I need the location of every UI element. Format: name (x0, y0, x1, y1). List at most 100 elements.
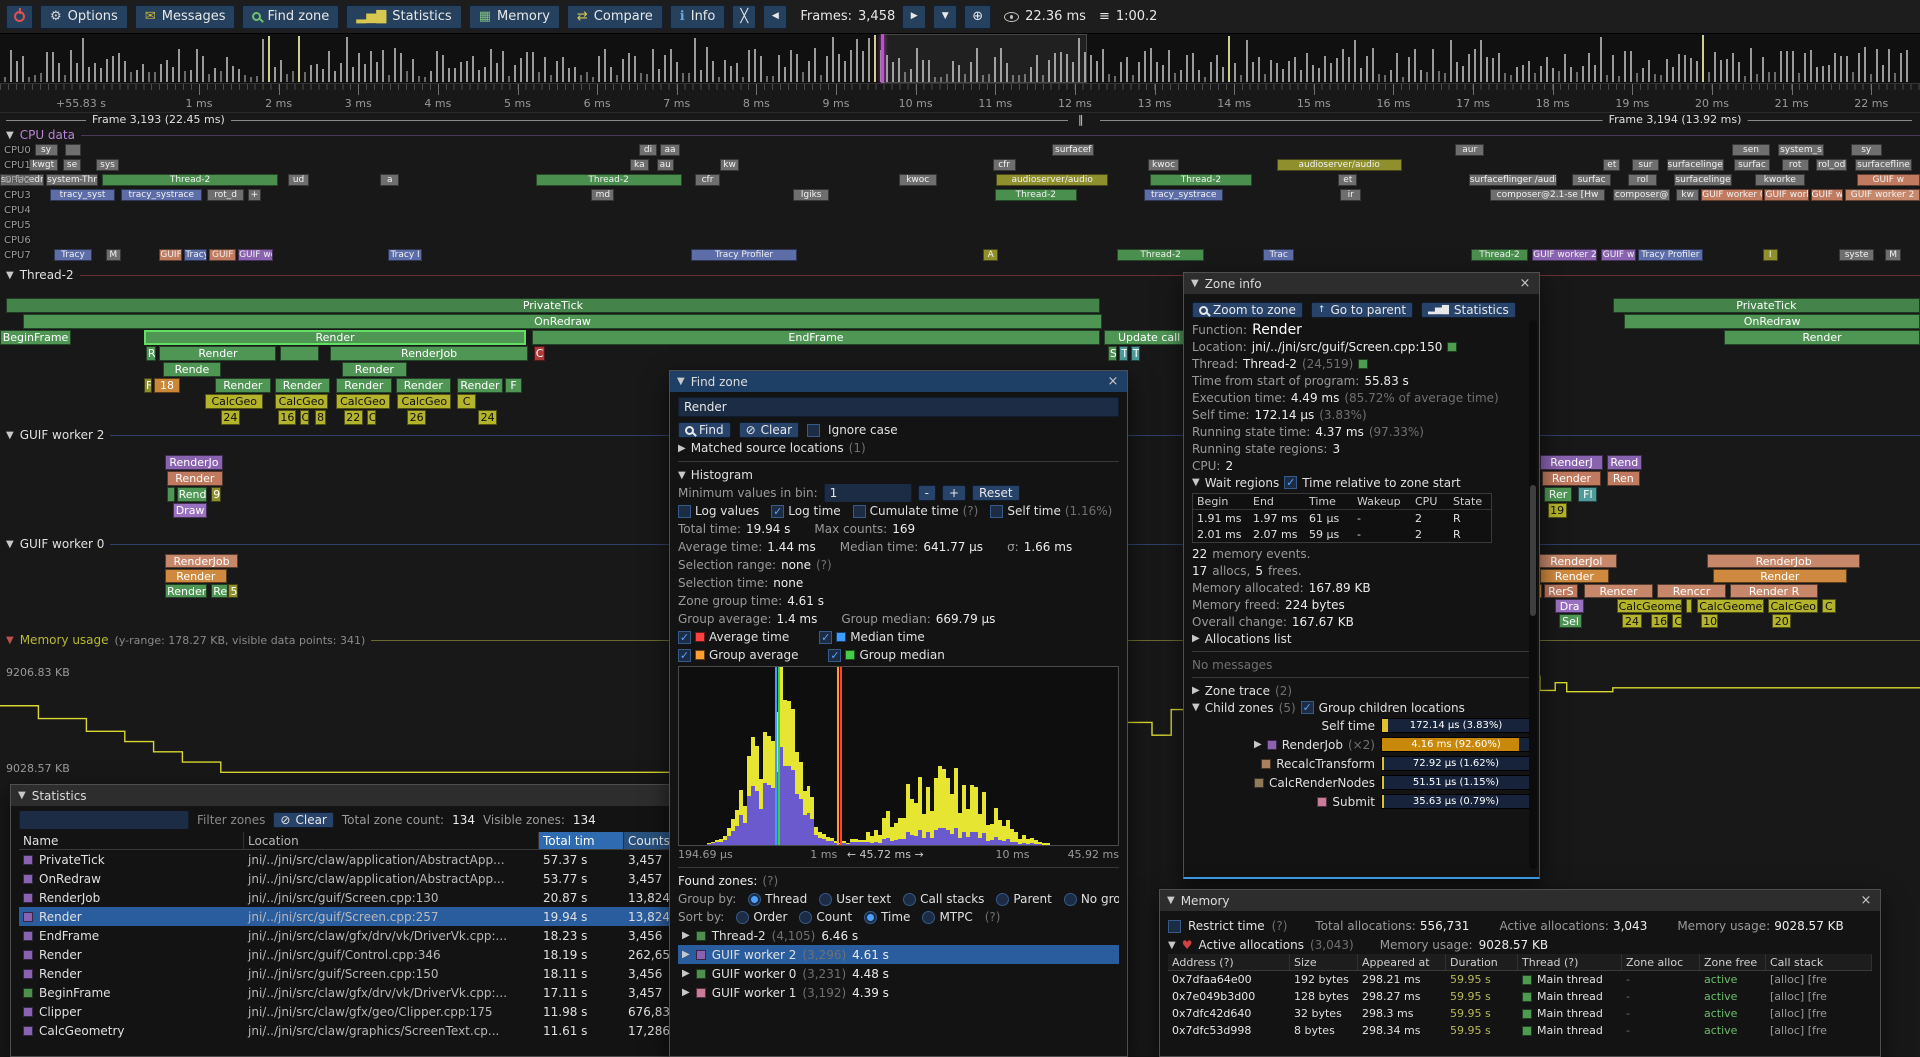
find-zone-search-input[interactable] (678, 397, 1119, 417)
cpu-zone[interactable]: cfr (993, 159, 1016, 171)
radio[interactable] (748, 893, 761, 906)
thread-header-thread2[interactable]: ▼Thread-2 (0, 267, 1920, 283)
zone-5[interactable]: 5 (228, 584, 238, 598)
zone-render[interactable]: Render (275, 378, 331, 393)
cpu-zone[interactable]: composer@ (1613, 189, 1671, 201)
found-zone-group-guif-worker-2[interactable]: ▶GUIF worker 2(3,296)4.61 s (678, 945, 1119, 964)
cpu-zone[interactable]: GUIF w (1811, 189, 1844, 201)
memory-col-zone-free[interactable]: Zone free (1700, 954, 1766, 970)
cpu-zone[interactable]: GUIF worker 0 (1701, 189, 1762, 201)
allocation-row[interactable]: 0x7e049b3d00128 bytes298.27 ms59.95 sMai… (1168, 988, 1872, 1005)
memory-col-zone-alloc[interactable]: Zone alloc (1622, 954, 1700, 970)
zone-rencer[interactable]: Rencer (1584, 584, 1653, 598)
zone-render[interactable]: Render (215, 378, 271, 393)
zone-24[interactable]: 24 (1622, 614, 1641, 628)
cpu-zone[interactable]: Thread-2 (995, 189, 1078, 201)
radio-time[interactable]: Time (864, 910, 910, 924)
memory-col-duration[interactable]: Duration (1446, 954, 1518, 970)
zone-privatetick[interactable]: PrivateTick (1613, 298, 1920, 313)
zone-18[interactable]: 18 (154, 378, 181, 393)
cpu-zone[interactable]: ud (288, 174, 309, 186)
zone-22[interactable]: 22 (344, 410, 363, 425)
wait-col-begin[interactable]: Begin (1193, 495, 1249, 508)
cpu-zone[interactable]: kw (1676, 189, 1699, 201)
checkbox[interactable]: ✓ (819, 631, 832, 644)
cpu-zone[interactable]: I (1763, 249, 1778, 261)
statistics-button[interactable]: ▂▅▇Statistics (1421, 302, 1516, 318)
legend-median-time[interactable]: ✓Median time (819, 630, 925, 644)
radio[interactable] (864, 911, 877, 924)
zone-24[interactable]: 24 (221, 410, 240, 425)
found-zone-group-guif-worker-1[interactable]: ▶GUIF worker 1(3,192)4.39 s (678, 983, 1119, 1002)
expand-arrow[interactable]: ▶ (1192, 685, 1200, 696)
cpu-zone[interactable]: se (63, 159, 80, 171)
checkbox[interactable] (678, 505, 691, 518)
cpu-zone[interactable]: surfaceflinger /audio (1469, 174, 1557, 186)
expand-arrow[interactable]: ▶ (1192, 633, 1200, 644)
wait-col-end[interactable]: End (1249, 495, 1305, 508)
collapse-arrow[interactable]: ▼ (1192, 702, 1200, 713)
memory-col-size[interactable]: Size (1290, 954, 1358, 970)
compare-button[interactable]: ⇄Compare (567, 5, 663, 29)
child-zone-recalctransform[interactable]: RecalcTransform72.92 µs (1.62%) (1192, 754, 1531, 773)
zone-render[interactable]: Render (144, 330, 526, 345)
zone-c[interactable]: C (300, 410, 310, 425)
cpu-zone[interactable]: composer@2.1-se [Hw (1490, 189, 1605, 201)
collapse-arrow[interactable]: ▼ (1191, 278, 1199, 289)
legend-average-time[interactable]: ✓Average time (678, 630, 789, 644)
relative-time-checkbox[interactable]: ✓ (1284, 476, 1297, 489)
zone-onredraw[interactable]: OnRedraw (1624, 314, 1920, 329)
cpu-zone[interactable]: M (106, 249, 121, 261)
zone-24[interactable]: 24 (478, 410, 497, 425)
cpu-zone[interactable]: Tracy (184, 249, 207, 261)
restrict-time-checkbox[interactable] (1168, 920, 1181, 933)
scrollbar-thumb[interactable] (1530, 485, 1536, 617)
cpu-zone[interactable]: ir (1340, 189, 1361, 201)
zone-calcgeomet[interactable]: CalcGeomet (1697, 599, 1764, 613)
zone-render[interactable]: Render (1542, 471, 1602, 486)
checkbox[interactable] (990, 505, 1003, 518)
radio-no-grouping[interactable]: No grouping (1064, 892, 1119, 906)
cpu-zone[interactable]: aur (1455, 144, 1484, 156)
collapse-arrow[interactable]: ▼ (1168, 940, 1176, 951)
zone-calcgeo[interactable]: CalcGeo (1768, 599, 1818, 613)
legend-group-average[interactable]: ✓Group average (678, 648, 798, 662)
cpu-zone[interactable]: Trac (1263, 249, 1294, 261)
zone-render[interactable]: Render (457, 378, 503, 393)
collapse-arrow[interactable]: ▼ (1192, 477, 1200, 488)
radio[interactable] (903, 893, 916, 906)
cpu-zone[interactable]: GUIF worker 2 (1532, 249, 1597, 261)
memory-col-thread[interactable]: Thread (?) (1518, 954, 1622, 970)
cpu-zone[interactable]: GUIF work (1764, 189, 1808, 201)
cpu-zone[interactable]: GUIF wor! (238, 249, 273, 261)
cpu-zone[interactable] (65, 144, 80, 156)
cpu-zone[interactable]: kw (720, 159, 739, 171)
zone-rend[interactable]: Rend (177, 487, 208, 502)
zone-renccr[interactable]: Renccr (1657, 584, 1726, 598)
checkbox[interactable]: ✓ (771, 505, 784, 518)
zone-calcgeome[interactable]: CalcGeome (1617, 599, 1682, 613)
zone-render[interactable]: Render (336, 378, 392, 393)
zone-render[interactable]: Render (342, 362, 407, 377)
cpu-zone[interactable]: aa (660, 144, 679, 156)
collapse-arrow[interactable]: ▼ (6, 635, 14, 646)
radio[interactable] (922, 911, 935, 924)
zone-r[interactable]: R (146, 346, 156, 361)
zone-renderjol[interactable]: RenderJol (1536, 554, 1617, 568)
cpu-zone[interactable]: a (380, 174, 399, 186)
radio-count[interactable]: Count (799, 910, 852, 924)
zone-unnamed[interactable] (280, 346, 318, 361)
messages-button[interactable]: ✉Messages (135, 5, 236, 29)
zone-8[interactable]: 8 (315, 410, 327, 425)
cpu-zone[interactable]: di (639, 144, 656, 156)
cpu-zone[interactable]: kwoc (899, 174, 937, 186)
child-zone-self-time[interactable]: Self time172.14 µs (3.83%) (1192, 716, 1531, 735)
zone-render[interactable]: Render (165, 569, 226, 583)
cpu-zone[interactable]: GUIF w (1601, 249, 1636, 261)
zone-re[interactable]: Re (211, 584, 228, 598)
zone-endframe[interactable]: EndFrame (532, 330, 1100, 345)
wait-col-time[interactable]: Time (1305, 495, 1353, 508)
cpu-zone[interactable]: surfacelinger (1667, 159, 1725, 171)
collapse-arrow[interactable]: ▼ (677, 376, 685, 387)
zone-9[interactable]: 9 (211, 487, 221, 502)
